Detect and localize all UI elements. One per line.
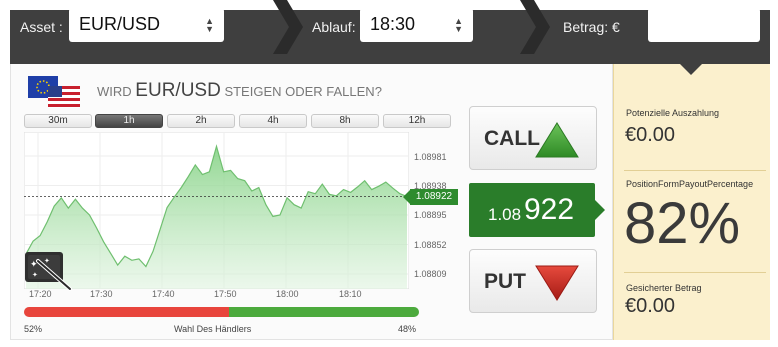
traders-choice-label: Wahl Des Händlers (174, 324, 252, 334)
x-tick-label: 17:50 (214, 289, 237, 299)
current-price-display: 1.08 922 (469, 183, 605, 237)
amount-input[interactable] (648, 8, 760, 42)
put-share-fill (24, 307, 230, 317)
magic-wand-icon[interactable]: ✦ ✦ ✦ (24, 251, 72, 291)
call-percentage: 48% (398, 324, 417, 334)
percentage-label: PositionFormPayoutPercentage (626, 179, 754, 189)
put-button-label: PUT (484, 270, 526, 293)
x-tick-label: 18:00 (276, 289, 299, 299)
tab-2h[interactable]: 2h (167, 114, 235, 128)
payout-label: Potenzielle Auszahlung (626, 108, 720, 118)
call-button-label: CALL (484, 127, 540, 150)
y-tick-label: 1.08981 (414, 152, 447, 162)
select-arrows-icon: ▲ ▼ (205, 16, 214, 34)
chevron-right-icon (520, 0, 550, 54)
svg-text:✦: ✦ (44, 257, 50, 265)
question-text: WIRD EUR/USD STEIGEN ODER FALLEN? (97, 80, 382, 102)
call-button[interactable]: CALL (469, 106, 597, 170)
timeframe-tabs: 30m 1h 2h 4h 8h 12h (24, 114, 451, 130)
question-asset: EUR/USD (135, 80, 221, 101)
arrow-down-icon (535, 265, 579, 301)
x-tick-label: 17:30 (90, 289, 113, 299)
expiry-select-value: 18:30 (370, 14, 416, 34)
put-button[interactable]: PUT (469, 249, 597, 313)
expiry-select[interactable]: 18:30 ▲ ▼ (360, 8, 473, 42)
amount-label: Betrag: € (563, 19, 620, 35)
put-percentage: 52% (24, 324, 43, 334)
expiry-label: Ablauf: (312, 19, 356, 35)
trading-widget: Asset : EUR/USD ▲ ▼ Ablauf: 18:30 ▲ ▼ Betr… (0, 0, 778, 347)
tab-8h[interactable]: 8h (311, 114, 379, 128)
divider (624, 272, 766, 273)
question-prefix: WIRD (97, 84, 132, 99)
traders-choice-bar (24, 307, 419, 317)
select-arrows-icon: ▲ ▼ (454, 16, 463, 34)
eu-us-flag-icon (28, 76, 80, 108)
divider (624, 170, 766, 171)
payout-value: €0.00 (625, 124, 676, 146)
percentage-value: 82% (624, 191, 741, 256)
tab-30m[interactable]: 30m (24, 114, 92, 128)
asset-select[interactable]: EUR/USD ▲ ▼ (69, 8, 224, 42)
arrow-up-icon (535, 122, 579, 158)
y-tick-label: 1.08852 (414, 240, 447, 250)
price-prefix: 1.08 (488, 205, 522, 224)
call-share-fill (229, 307, 419, 317)
question-suffix: STEIGEN ODER FALLEN? (224, 84, 382, 99)
x-tick-label: 18:10 (339, 289, 362, 299)
tab-1h[interactable]: 1h (95, 114, 163, 128)
price-suffix: 922 (524, 193, 575, 226)
tab-12h[interactable]: 12h (383, 114, 451, 128)
secured-label: Gesicherter Betrag (626, 283, 702, 293)
asset-select-value: EUR/USD (79, 14, 161, 34)
x-tick-label: 17:40 (152, 289, 175, 299)
y-tick-label: 1.08895 (414, 210, 447, 220)
svg-text:✦: ✦ (30, 260, 38, 270)
tab-4h[interactable]: 4h (239, 114, 307, 128)
price-chart (24, 132, 409, 289)
current-price-tag: 1.08922 (403, 189, 458, 205)
amount-pointer (680, 64, 702, 75)
svg-text:✦: ✦ (32, 271, 38, 279)
asset-label: Asset : (20, 19, 63, 35)
secured-value: €0.00 (625, 295, 676, 317)
y-tick-label: 1.08809 (414, 269, 447, 279)
chevron-right-icon (273, 0, 303, 54)
